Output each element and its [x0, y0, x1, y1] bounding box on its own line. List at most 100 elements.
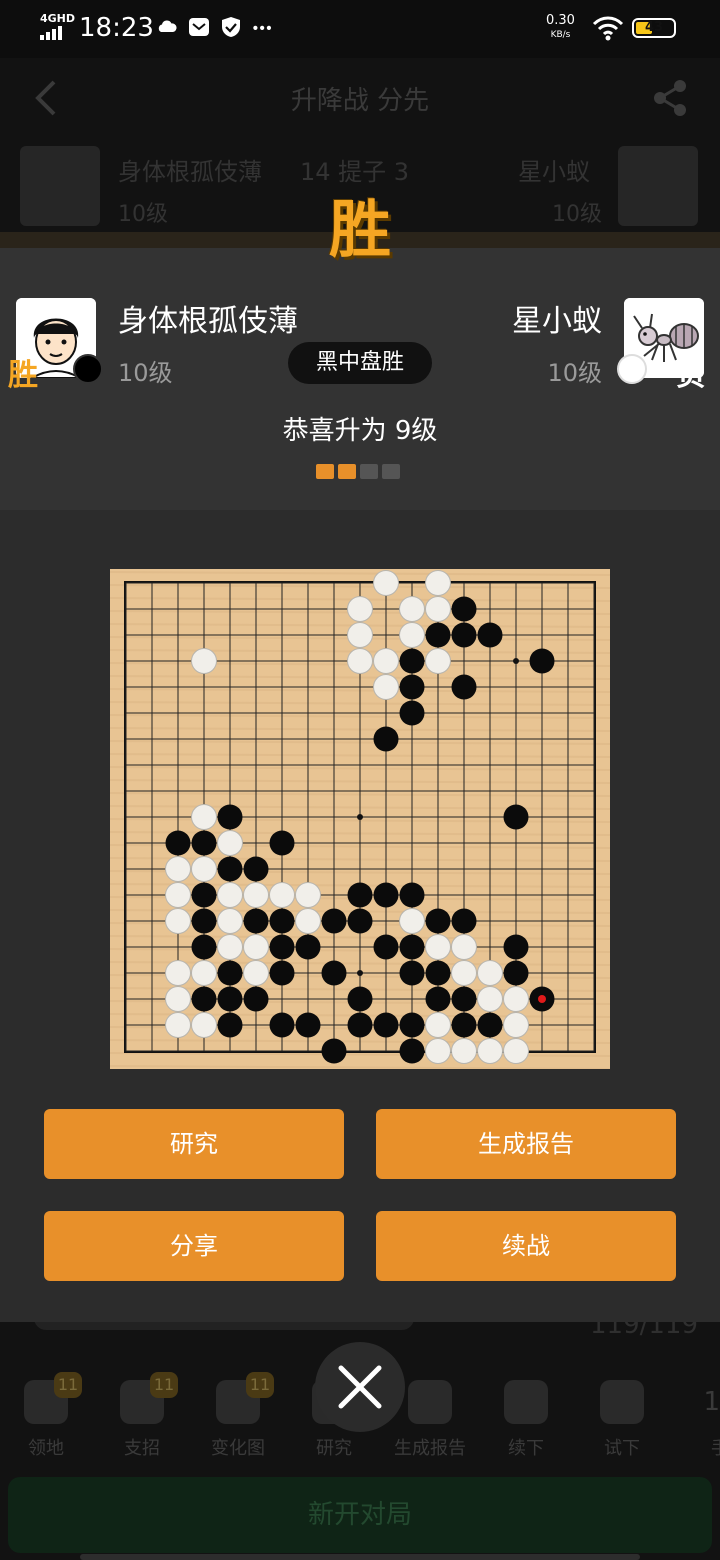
white-stone: [165, 1012, 191, 1038]
promotion-message: 恭喜升为 9级: [282, 416, 438, 446]
black-stone: [399, 700, 425, 726]
toolbar-label: 试下: [604, 1438, 640, 1459]
game-title: 升降战 分先: [290, 86, 430, 116]
black-stone: [399, 674, 425, 700]
toolbar-item[interactable]: 试下: [582, 1380, 662, 1460]
count-badge: 11: [150, 1372, 178, 1398]
black-stone: [425, 908, 451, 934]
white-stone: [295, 882, 321, 908]
white-stone: [477, 986, 503, 1012]
white-stone: [425, 596, 451, 622]
white-stone: [503, 1012, 529, 1038]
white-stone: [165, 960, 191, 986]
weather-icon: [158, 20, 177, 32]
black-stone: [269, 960, 295, 986]
black-stone: [217, 986, 243, 1012]
bg-right-name: 星小蚁: [518, 158, 590, 186]
black-stone: [399, 882, 425, 908]
black-stone: [373, 882, 399, 908]
black-stone: [321, 960, 347, 986]
white-stone: [165, 882, 191, 908]
white-stone: [347, 596, 373, 622]
shield-icon: [222, 17, 240, 37]
black-stone: [399, 1038, 425, 1064]
star-point: [357, 970, 363, 976]
black-stone: [477, 622, 503, 648]
wifi-icon: [592, 16, 624, 41]
bg-left-name: 身体根孤伎薄: [118, 158, 262, 186]
new-game-button[interactable]: 新开对局: [8, 1477, 712, 1553]
progress-dot: [316, 464, 334, 479]
white-stone: [451, 1038, 477, 1064]
white-stone: [373, 674, 399, 700]
clock: 18:23: [79, 13, 154, 43]
toolbar-label: 生成报告: [394, 1438, 466, 1459]
white-stone: [243, 882, 269, 908]
battery-icon: 43: [632, 18, 676, 38]
black-stone: [347, 986, 373, 1012]
white-stone: [191, 1012, 217, 1038]
star-point: [357, 814, 363, 820]
black-stone: [347, 882, 373, 908]
toolbar-label: 支招: [124, 1438, 160, 1459]
black-stone: [191, 882, 217, 908]
toolbar-item[interactable]: 11 变化图: [198, 1372, 278, 1460]
black-stone: [217, 1012, 243, 1038]
close-button[interactable]: [315, 1342, 405, 1432]
battery-level: 43: [644, 20, 664, 35]
black-stone: [451, 674, 477, 700]
black-stone: [269, 1012, 295, 1038]
white-stone: [217, 882, 243, 908]
bg-right-level: 10级: [552, 202, 602, 227]
white-stone-icon: [617, 354, 647, 384]
toolbar-item[interactable]: 12 手: [680, 1380, 720, 1460]
trial-icon: [600, 1380, 644, 1424]
toolbar-label: 变化图: [211, 1438, 265, 1459]
toolbar-item[interactable]: 续下: [486, 1380, 566, 1460]
share-icon[interactable]: [650, 78, 690, 118]
white-stone: [477, 960, 503, 986]
network-type: 4GHD: [40, 12, 76, 25]
white-stone: [425, 570, 451, 596]
go-board[interactable]: [110, 569, 610, 1069]
white-stone: [165, 908, 191, 934]
progress-dot: [360, 464, 378, 479]
black-stone: [451, 622, 477, 648]
black-stone: [451, 986, 477, 1012]
more-icon: [253, 25, 272, 30]
white-stone: [269, 882, 295, 908]
black-stone: [373, 726, 399, 752]
black-stone: [217, 804, 243, 830]
bg-right-avatar: [618, 146, 698, 226]
close-icon: [338, 1365, 382, 1409]
generate-report-button[interactable]: 生成报告: [376, 1109, 676, 1179]
share-button[interactable]: 分享: [44, 1211, 344, 1281]
progress-dot: [382, 464, 400, 479]
continue-button[interactable]: 续战: [376, 1211, 676, 1281]
toolbar-label: 续下: [508, 1438, 544, 1459]
toolbar-item[interactable]: 11 支招: [102, 1372, 182, 1460]
white-stone: [191, 648, 217, 674]
black-stone: [191, 830, 217, 856]
white-stone: [503, 1038, 529, 1064]
mail-icon: [189, 18, 209, 36]
study-button[interactable]: 研究: [44, 1109, 344, 1179]
board-canvas: [110, 570, 610, 1069]
black-stone: [191, 934, 217, 960]
white-stone: [191, 856, 217, 882]
black-stone: [217, 856, 243, 882]
progress-dot: [338, 464, 356, 479]
left-player-name: 身体根孤伎薄: [118, 304, 298, 339]
white-stone: [399, 596, 425, 622]
black-stone: [191, 908, 217, 934]
black-stone: [321, 1038, 347, 1064]
white-stone: [373, 648, 399, 674]
white-stone: [425, 1012, 451, 1038]
white-stone: [503, 986, 529, 1012]
black-stone: [269, 934, 295, 960]
toolbar-item[interactable]: 11 领地: [6, 1372, 86, 1460]
black-stone: [529, 648, 555, 674]
toolbar-label: 领地: [28, 1438, 64, 1459]
rank-progress: [316, 464, 402, 479]
black-stone: [243, 908, 269, 934]
